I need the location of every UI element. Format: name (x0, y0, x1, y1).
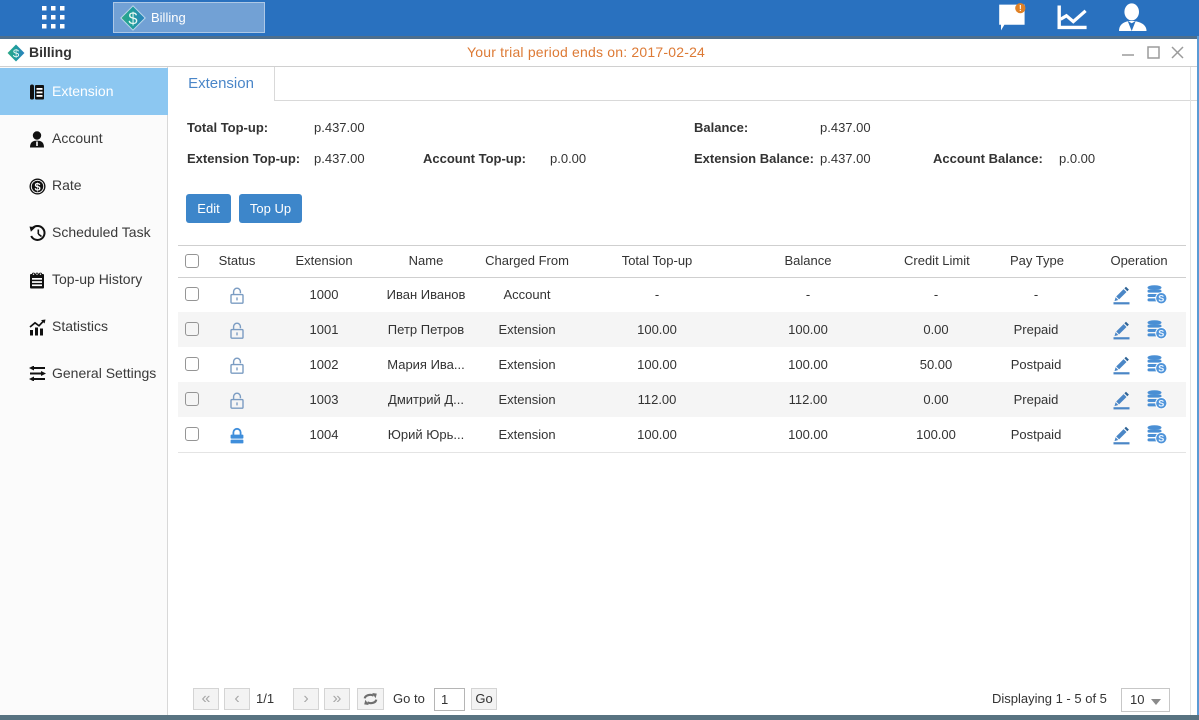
svg-text:S: S (1158, 294, 1164, 304)
svg-text:$: $ (128, 10, 137, 28)
svg-text:S: S (1158, 329, 1164, 339)
svg-text:S: S (1158, 434, 1164, 444)
svg-text:$: $ (13, 48, 20, 60)
svg-text:S: S (1158, 399, 1164, 409)
svg-text:!: ! (1019, 4, 1022, 13)
svg-text:S: S (1158, 364, 1164, 374)
svg-text:$: $ (34, 181, 40, 193)
